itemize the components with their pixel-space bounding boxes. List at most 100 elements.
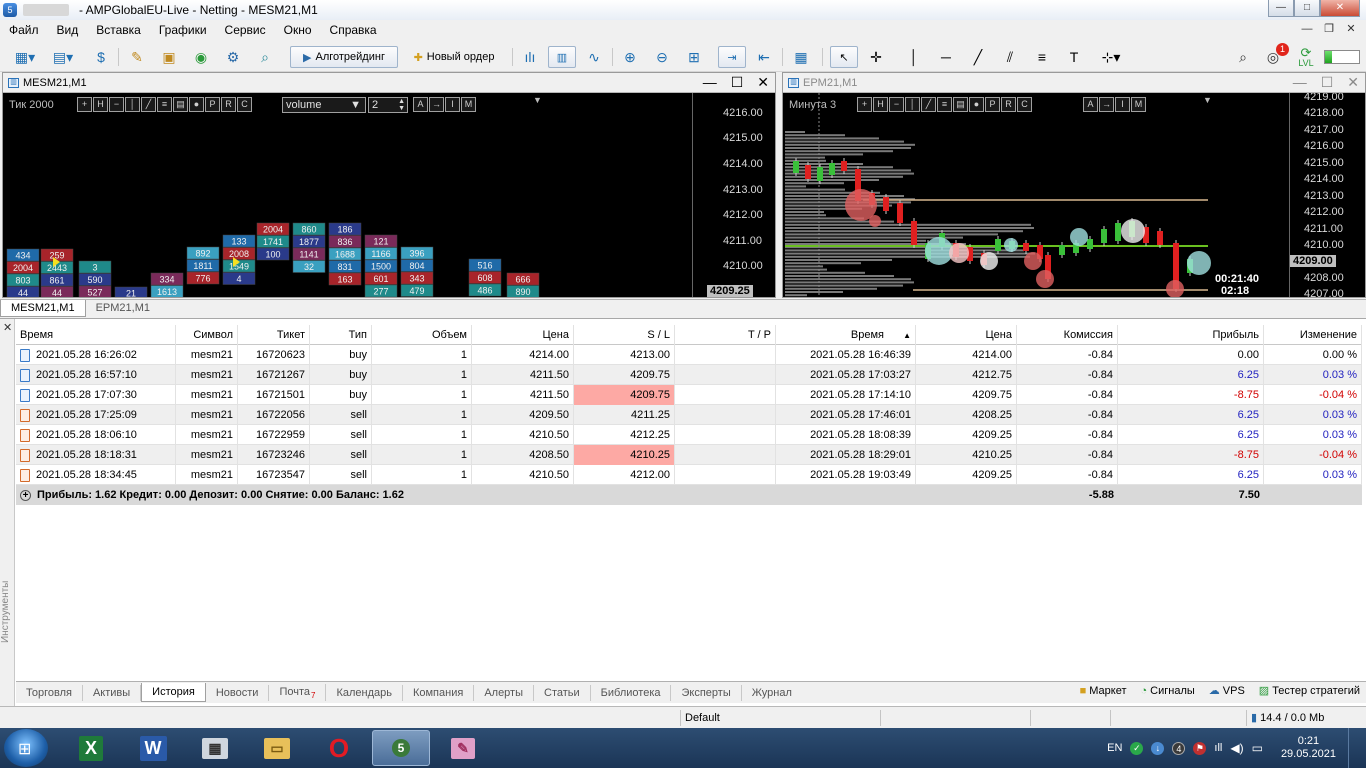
show-desktop-button[interactable] <box>1348 728 1358 768</box>
col-header-tp[interactable]: T / P <box>675 325 776 345</box>
col-header-open-price[interactable]: Цена <box>472 325 574 345</box>
chart-window-mesm21[interactable]: ▥ MESM21,M1 — ☐ ✕ Тик 2000 + H − │ ╱ ≡ ▤… <box>2 72 776 298</box>
tab-journal[interactable]: Журнал <box>742 685 802 701</box>
tab-trade[interactable]: Торговля <box>16 684 83 701</box>
horizontal-line-icon[interactable]: ─ <box>934 46 958 68</box>
col-header-commission[interactable]: Комиссия <box>1017 325 1118 345</box>
col-header-close-price[interactable]: Цена <box>916 325 1017 345</box>
tab-library[interactable]: Библиотека <box>591 684 672 701</box>
tab-alerts[interactable]: Алерты <box>474 684 535 701</box>
col-header-sl[interactable]: S / L <box>574 325 675 345</box>
tab-news[interactable]: Новости <box>206 684 270 701</box>
close-icon[interactable]: ✕ <box>3 321 12 334</box>
vps-link[interactable]: ☁ VPS <box>1209 684 1245 698</box>
channels-icon[interactable]: ⫽ <box>998 46 1022 68</box>
crosshair-icon[interactable]: ✛ <box>864 46 888 68</box>
mdi-minimize-button[interactable]: — <box>1298 21 1316 38</box>
col-header-symbol[interactable]: Символ <box>176 325 238 345</box>
tab-assets[interactable]: Активы <box>83 684 142 701</box>
table-row[interactable]: 2021.05.28 18:18:31 mesm21 16723246 sell 1 42… <box>16 445 1362 465</box>
text-tool-icon[interactable]: T <box>1062 46 1086 68</box>
table-row[interactable]: 2021.05.28 17:07:30 mesm21 16721501 buy 1 421… <box>16 385 1362 405</box>
circle-4-icon[interactable]: 4 <box>1172 741 1186 755</box>
menu-insert[interactable]: Вставка <box>87 23 150 37</box>
algotrading-button[interactable]: ▶ Алготрейдинг <box>290 46 398 68</box>
navigator-icon[interactable]: ✎ <box>124 46 150 68</box>
search-icon[interactable]: ⌕ <box>1232 46 1254 68</box>
menu-tools[interactable]: Сервис <box>216 23 275 37</box>
data-window-icon[interactable]: ▣ <box>156 46 182 68</box>
col-header-close-time[interactable]: Время ▲ <box>776 325 916 345</box>
chart-canvas[interactable]: Минута 3 + H − │ ╱ ≡ ▤ ● P R C A → I M ▼… <box>783 93 1365 297</box>
shapes-icon[interactable]: ⊹▾ <box>1094 46 1128 68</box>
signals-link[interactable]: ◔ Сигналы <box>1141 684 1195 697</box>
tester-icon[interactable]: ⚙ <box>220 46 246 68</box>
tab-experts[interactable]: Эксперты <box>671 684 742 701</box>
tile-windows-icon[interactable]: ⊞ <box>682 46 706 68</box>
table-row[interactable]: 2021.05.28 16:57:10 mesm21 16721267 buy 1 421… <box>16 365 1362 385</box>
taskbar-excel[interactable]: X <box>62 730 120 766</box>
menu-window[interactable]: Окно <box>275 23 321 37</box>
menu-file[interactable]: Файл <box>0 23 48 37</box>
action-center-icon[interactable]: ⚑ <box>1193 741 1207 755</box>
chart-shift-icon[interactable]: ⇤ <box>752 46 776 68</box>
col-header-volume[interactable]: Объем <box>372 325 472 345</box>
new-chart-icon[interactable]: ▦▾ <box>8 46 42 68</box>
menu-view[interactable]: Вид <box>48 23 88 37</box>
taskbar-opera[interactable]: O <box>310 730 368 766</box>
menu-help[interactable]: Справка <box>321 23 386 37</box>
table-row[interactable]: 2021.05.28 18:06:10 mesm21 16722959 sell 1 42… <box>16 425 1362 445</box>
chart-minimize-button[interactable]: — <box>703 73 717 92</box>
market-watch-icon[interactable]: $ <box>90 46 112 68</box>
tab-history[interactable]: История <box>141 683 206 702</box>
autoscroll-icon[interactable]: ⇥ <box>718 46 746 68</box>
close-button[interactable]: ✕ <box>1320 0 1360 17</box>
language-indicator[interactable]: EN <box>1107 742 1122 754</box>
taskbar-paint[interactable]: ✎ <box>434 730 492 766</box>
chart-tab-epm21[interactable]: EPM21,M1 <box>86 300 160 317</box>
tab-articles[interactable]: Статьи <box>534 684 591 701</box>
col-header-profit[interactable]: Прибыль <box>1118 325 1264 345</box>
display-icon[interactable]: ▭ <box>1252 741 1263 755</box>
col-header-open-time[interactable]: Время <box>16 325 176 345</box>
tab-company[interactable]: Компания <box>403 684 475 701</box>
taskbar-word[interactable]: W <box>124 730 182 766</box>
expand-icon[interactable]: + <box>20 489 31 501</box>
templates-icon[interactable]: ▦ <box>788 46 814 68</box>
chart-close-button[interactable]: ✕ <box>757 73 769 92</box>
trendline-icon[interactable]: ╱ <box>966 46 990 68</box>
chart-maximize-button[interactable]: ☐ <box>731 73 744 92</box>
new-order-button[interactable]: ✚ Новый ордер <box>402 46 506 68</box>
chart-close-button[interactable]: ✕ <box>1347 73 1359 92</box>
col-header-change[interactable]: Изменение <box>1264 325 1362 345</box>
network-icon[interactable]: ıll <box>1214 742 1222 754</box>
zoom-in-icon[interactable]: ⊕ <box>618 46 642 68</box>
minimize-button[interactable]: — <box>1268 0 1294 17</box>
taskbar-metatrader[interactable]: 5 <box>372 730 430 766</box>
update-icon[interactable]: ↓ <box>1151 741 1165 755</box>
table-row[interactable]: 2021.05.28 17:25:09 mesm21 16722056 sell 1 42… <box>16 405 1362 425</box>
market-link[interactable]: ■ Маркет <box>1080 684 1127 697</box>
fibonacci-icon[interactable]: ≡ <box>1030 46 1054 68</box>
col-header-ticket[interactable]: Тикет <box>238 325 310 345</box>
taskbar-calculator[interactable]: ▦ <box>186 730 244 766</box>
connection-status[interactable]: ▮ 14.4 / 0.0 Mb <box>1246 710 1366 726</box>
chart-maximize-button[interactable]: ☐ <box>1321 73 1334 92</box>
strategy-tester-link[interactable]: ▨ Тестер стратегий <box>1259 684 1360 698</box>
tab-calendar[interactable]: Календарь <box>326 684 403 701</box>
search-market-icon[interactable]: ⌕ <box>252 46 278 68</box>
bar-chart-icon[interactable]: ılı <box>518 46 542 68</box>
volume-icon[interactable]: ◀) <box>1230 741 1243 755</box>
account-level-icon[interactable]: ⟳ LVL <box>1294 46 1318 68</box>
candlestick-chart-icon[interactable]: ▥ <box>548 46 576 68</box>
profiles-icon[interactable]: ▤▾ <box>46 46 80 68</box>
mdi-restore-button[interactable]: ❐ <box>1320 21 1338 38</box>
cursor-icon[interactable]: ↖ <box>830 46 858 68</box>
menu-charts[interactable]: Графики <box>150 23 216 37</box>
line-chart-icon[interactable]: ∿ <box>582 46 606 68</box>
chart-canvas[interactable]: Тик 2000 + H − │ ╱ ≡ ▤ ● P R C volume ▼ … <box>3 93 775 297</box>
terminal-icon[interactable]: ◉ <box>188 46 214 68</box>
tab-mailbox[interactable]: Почта7 <box>269 684 327 701</box>
table-row[interactable]: 2021.05.28 18:34:45 mesm21 16723547 sell 1 42… <box>16 465 1362 485</box>
clock[interactable]: 0:21 29.05.2021 <box>1281 735 1336 761</box>
